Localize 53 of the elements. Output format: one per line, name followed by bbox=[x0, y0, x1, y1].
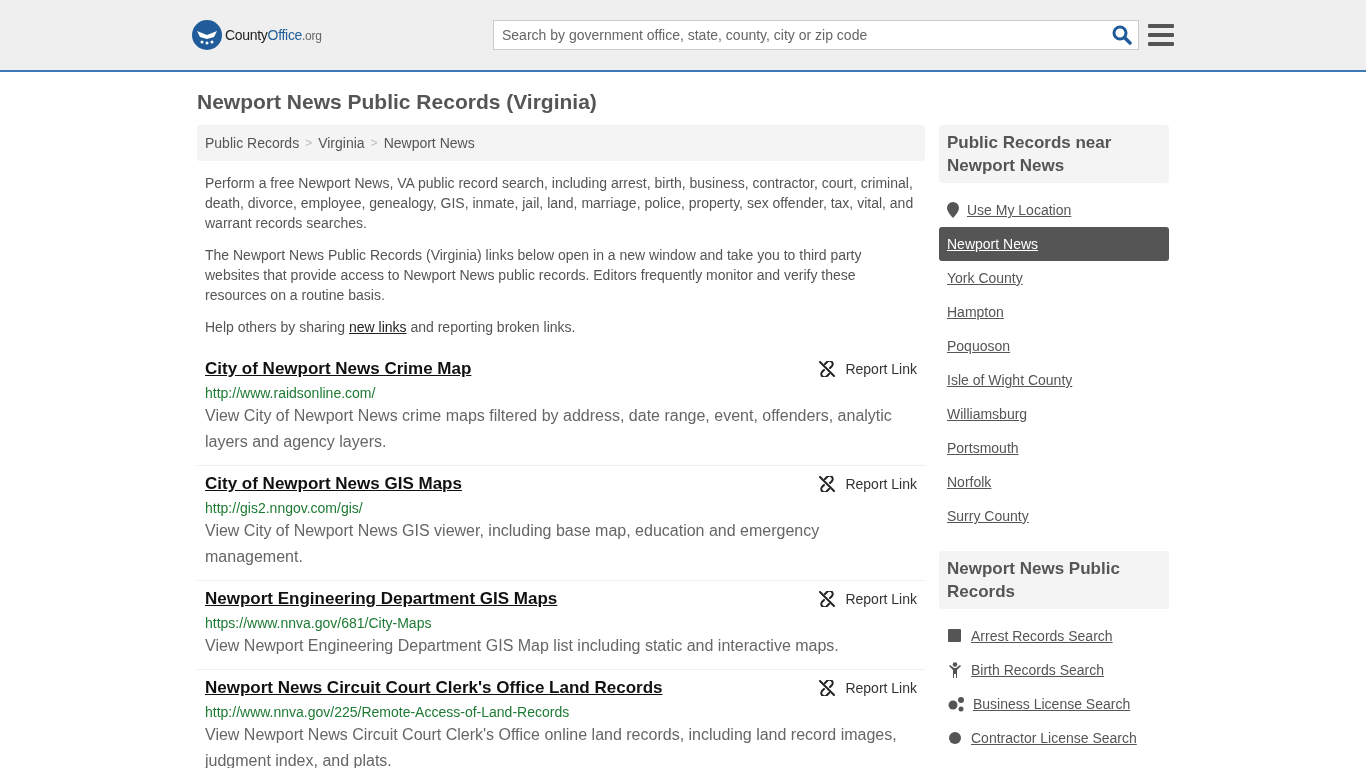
logo-icon bbox=[192, 20, 222, 50]
menu-icon[interactable] bbox=[1148, 24, 1174, 46]
share-note: Help others by sharing new links and reporting broken links. bbox=[205, 318, 577, 337]
record-description: View City of Newport News crime maps filtered by address, date range, event, offenders, analytic layers and agency layers. bbox=[205, 406, 893, 452]
report-link[interactable]: Report Link bbox=[819, 680, 917, 696]
report-link[interactable]: Report Link bbox=[819, 361, 917, 377]
use-location-link[interactable]: Use My Location bbox=[967, 202, 1072, 218]
record-title-link[interactable]: Newport News Circuit Court Clerk's Office Land Records bbox=[205, 678, 663, 698]
report-link[interactable]: Report Link bbox=[819, 476, 917, 492]
record-url: http://gis2.nngov.com/gis/ bbox=[205, 500, 364, 516]
child-icon bbox=[947, 662, 963, 678]
sidebar-heading: Newport News Public Records bbox=[939, 551, 1169, 609]
nearby-place-link[interactable]: Newport News bbox=[939, 227, 1169, 261]
report-link[interactable]: Report Link bbox=[819, 591, 917, 607]
record-search-link[interactable]: Contractor License Search bbox=[971, 730, 1137, 746]
record-url: http://www.raidsonline.com/ bbox=[205, 385, 377, 401]
location-pin-icon bbox=[947, 202, 959, 218]
record-search-link[interactable]: Arrest Records Search bbox=[971, 628, 1113, 644]
nearby-place-link[interactable]: Norfolk bbox=[939, 465, 1169, 499]
nearby-place-link[interactable]: Hampton bbox=[939, 295, 1169, 329]
record-description: View City of Newport News GIS viewer, including base map, education and emergency management. bbox=[205, 521, 821, 567]
site-logo[interactable]: CountyOffice.org bbox=[225, 27, 322, 43]
breadcrumb-link[interactable]: Public Records bbox=[205, 135, 300, 151]
intro-paragraph: The Newport News Public Records (Virginia) links below open in a new window and take you to third party websites that provide access to Newport News public records. Editors frequently monitor and verify these resources on a routine basis. bbox=[205, 246, 863, 305]
nearby-place-link[interactable]: Portsmouth bbox=[939, 431, 1169, 465]
nearby-place-link[interactable]: Williamsburg bbox=[939, 397, 1169, 431]
search-icon[interactable] bbox=[1112, 25, 1132, 45]
broken-link-icon bbox=[819, 361, 836, 377]
record-url: http://www.nnva.gov/225/Remote-Access-of-Land-Records bbox=[205, 704, 571, 720]
record-description: View Newport Engineering Department GIS Map list including static and interactive maps. bbox=[205, 636, 840, 656]
record-url: https://www.nnva.gov/681/City-Maps bbox=[205, 615, 433, 631]
page-title: Newport News Public Records (Virginia) bbox=[197, 90, 598, 114]
nearby-place-link[interactable]: York County bbox=[939, 261, 1169, 295]
record-title-link[interactable]: City of Newport News Crime Map bbox=[205, 359, 472, 379]
breadcrumb-link[interactable]: Virginia bbox=[318, 135, 365, 151]
nearby-place-link[interactable]: Isle of Wight County bbox=[939, 363, 1169, 397]
square-icon bbox=[947, 629, 963, 643]
sidebar-heading: Public Records near Newport News bbox=[939, 125, 1169, 183]
record-search-link[interactable]: Birth Records Search bbox=[971, 662, 1105, 678]
nearby-place-link[interactable]: Surry County bbox=[939, 499, 1169, 533]
record-title-link[interactable]: City of Newport News GIS Maps bbox=[205, 474, 462, 494]
broken-link-icon bbox=[819, 476, 836, 492]
broken-link-icon bbox=[819, 680, 836, 696]
new-links-link[interactable]: new links bbox=[348, 319, 407, 335]
search-field[interactable]: Search by government office, state, county, city or zip code bbox=[493, 20, 1139, 50]
record-search-link[interactable]: Business License Search bbox=[973, 696, 1131, 712]
breadcrumb-link[interactable]: Newport News bbox=[383, 135, 475, 151]
breadcrumb-separator: > bbox=[370, 136, 378, 150]
nearby-place-link[interactable]: Poquoson bbox=[939, 329, 1169, 363]
broken-link-icon bbox=[819, 591, 836, 607]
breadcrumb-separator: > bbox=[305, 136, 313, 150]
intro-paragraph: Perform a free Newport News, VA public record search, including arrest, birth, business, contractor, court, criminal, death, divorce, employee, genealogy, GIS, inmate, jail, land, marriage, police, property, sex offender, tax, vital, and warrant records searches. bbox=[205, 174, 915, 233]
record-title-link[interactable]: Newport Engineering Department GIS Maps bbox=[205, 589, 558, 609]
